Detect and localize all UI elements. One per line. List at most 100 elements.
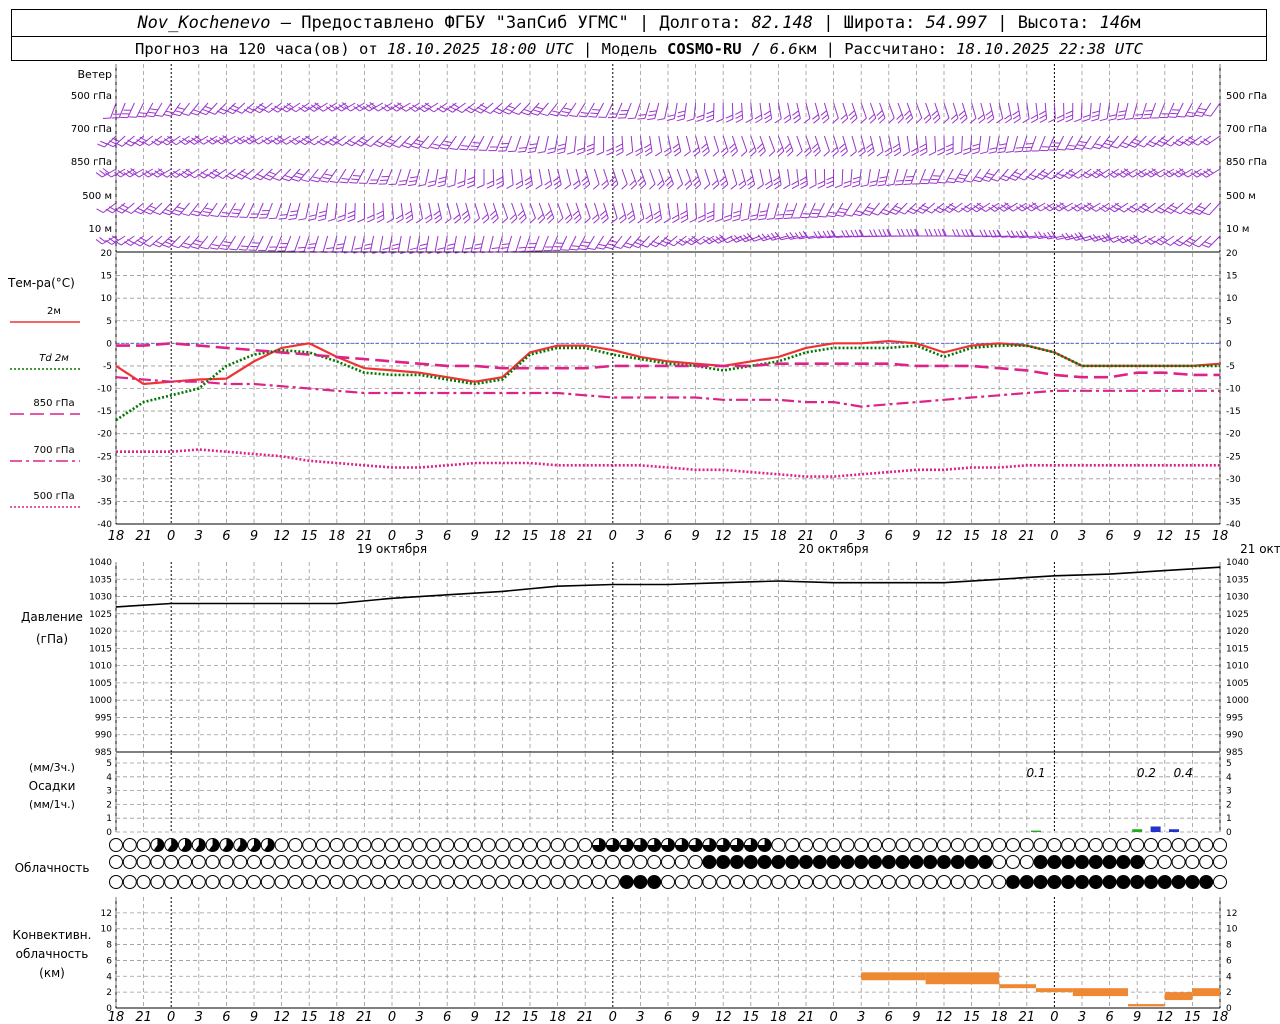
cloud-fill-full (744, 855, 758, 869)
wind-barb-flag (628, 218, 636, 224)
wind-barb (592, 168, 600, 190)
cloud-symbol (757, 838, 772, 852)
wind-barb-flag (869, 180, 878, 183)
cloud-fill-full (1089, 875, 1103, 889)
cloud-fill-full (633, 875, 647, 889)
temp-xtick-label: 15 (743, 529, 760, 544)
cloud-symbol (716, 855, 731, 869)
wind-barb-flag (229, 216, 238, 218)
cloud-fill-full (758, 855, 772, 869)
wind-barb-flag (557, 151, 565, 155)
wind-barb (564, 202, 573, 224)
wind-barb (499, 235, 513, 253)
cloud-symbol (426, 875, 441, 889)
cloud-symbol (205, 838, 220, 852)
wind-barb (544, 168, 553, 190)
wind-barb-flag (645, 214, 653, 220)
wind-barb-flag (785, 146, 793, 153)
wind-barb-flag (1057, 148, 1066, 151)
conv-xtick-label: 18 (770, 1010, 787, 1024)
wind-barb-flag (298, 218, 306, 221)
cloud-symbol (592, 875, 606, 889)
pressure-tick-left: 995 (95, 713, 112, 723)
wind-barb-flag (543, 250, 552, 252)
cloud-symbol (371, 875, 386, 889)
temp-xtick-label: 12 (273, 529, 290, 544)
cloud-symbol (1033, 838, 1048, 852)
wind-barb-flag (318, 214, 327, 218)
wind-barb (444, 202, 452, 224)
wind-barb-staff (288, 168, 301, 182)
wind-barb-flag (1031, 150, 1040, 152)
wind-barb (610, 202, 618, 224)
wind-barb-staff (1192, 102, 1203, 118)
pressure-tick-right: 985 (1226, 748, 1243, 758)
wind-barb-staff (566, 102, 577, 117)
temp-tick-right: 0 (1226, 339, 1232, 349)
temp-tick-right: -25 (1226, 452, 1241, 462)
cloud-fill-full (1185, 875, 1199, 889)
cloud-symbol (260, 875, 275, 889)
wind-barb (152, 202, 172, 215)
conv-tick-left: 10 (101, 925, 113, 935)
wind-barb-flag (488, 150, 497, 152)
conv-xtick-label: 18 (1212, 1010, 1229, 1024)
wind-barb-flag (897, 117, 904, 124)
wind-barb-staff (1208, 202, 1221, 216)
wind-barb (489, 202, 499, 224)
wind-barb (506, 168, 514, 190)
wind-barb-flag (557, 147, 566, 151)
wind-barb (388, 168, 402, 186)
wind-barb-flag (712, 183, 720, 190)
wind-barb-staff (893, 168, 899, 185)
wind-barb-staff (593, 168, 600, 185)
cloud-fill-full (965, 855, 979, 869)
wind-barb (902, 135, 910, 157)
wind-barb-staff (906, 135, 910, 152)
wind-barb-staff (1184, 102, 1193, 118)
wind-barb (608, 102, 623, 119)
wind-barb (395, 202, 404, 224)
wind-barb-staff (518, 102, 531, 115)
wind-barb-flag (868, 113, 875, 120)
wind-barb-flag (893, 147, 901, 153)
wind-barb-flag (767, 233, 773, 241)
cloud-symbol (1116, 838, 1131, 852)
cloud-symbol (1213, 875, 1227, 889)
wind-barb (756, 135, 766, 157)
wind-barb-flag (684, 179, 691, 186)
wind-barb-flag (962, 151, 971, 155)
wind-barb-flag (617, 117, 626, 119)
wind-barb-flag (268, 217, 277, 220)
temp-xtick-label: 15 (301, 529, 318, 544)
cloud-fill-full (1047, 855, 1061, 869)
cloud-fill-full (730, 855, 744, 869)
wind-barb (985, 102, 995, 124)
wind-barb-flag (1039, 118, 1047, 123)
cloud-symbol (799, 875, 813, 889)
wind-barb-flag (671, 214, 679, 220)
wind-barb-staff (915, 102, 923, 119)
wind-barb-flag (1092, 110, 1100, 114)
wind-barb-flag (573, 184, 581, 190)
wind-barb-flag (945, 147, 954, 152)
wind-barb-flag (439, 147, 448, 150)
wind-barb-staff (787, 168, 791, 185)
cloud-fill-full (1047, 875, 1061, 889)
wind-barb (249, 202, 264, 219)
wind-barb-staff (159, 202, 172, 215)
temp-legend-label: 500 гПа (33, 491, 74, 502)
temp-xtick-label: 0 (167, 529, 175, 544)
wind-barb-flag (663, 147, 671, 153)
wind-barb-flag (417, 184, 426, 187)
wind-barb-flag (1133, 117, 1142, 120)
conv-cloud-segment (861, 972, 926, 981)
cloud-symbol (1088, 855, 1103, 869)
temp-tick-right: 10 (1226, 294, 1238, 304)
wind-barb-flag (987, 118, 995, 124)
wind-barb-flag (910, 147, 919, 153)
cloud-symbol (1116, 875, 1131, 889)
wind-barb-staff (851, 135, 857, 152)
conv-xtick-label: 3 (415, 1010, 423, 1024)
temp-xtick-label: 12 (715, 529, 732, 544)
